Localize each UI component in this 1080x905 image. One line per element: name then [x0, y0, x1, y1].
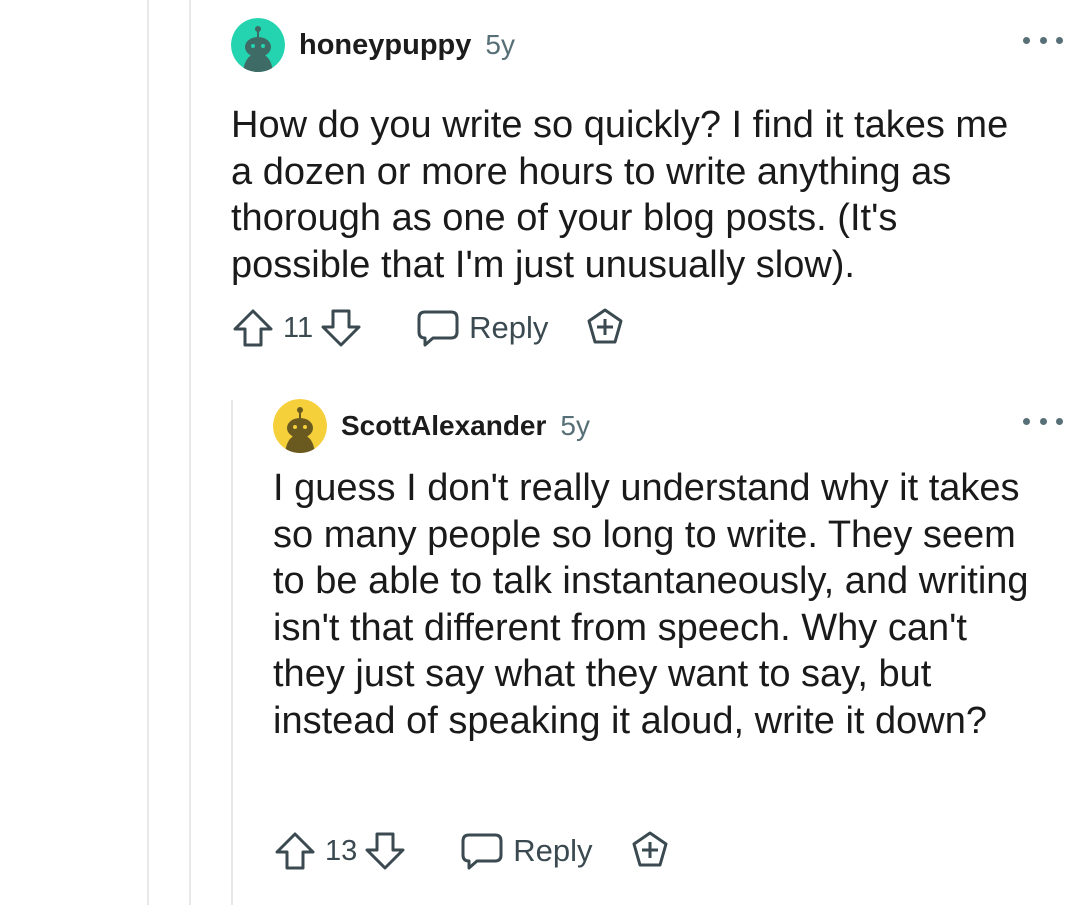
vote-count: 11 — [283, 311, 314, 344]
avatar[interactable] — [273, 399, 327, 453]
arrow-up-icon[interactable] — [231, 307, 275, 349]
username[interactable]: ScottAlexander — [341, 410, 546, 442]
comment-age[interactable]: 5y — [485, 29, 515, 61]
more-options-icon[interactable] — [1023, 28, 1063, 52]
username[interactable]: honeypuppy — [299, 29, 471, 62]
comment-header: ScottAlexander 5y — [273, 399, 1063, 453]
arrow-down-icon[interactable] — [319, 307, 363, 349]
comment-scottalexander: ScottAlexander 5y I guess I don't really… — [273, 399, 1063, 889]
award-plus-icon[interactable] — [629, 830, 671, 872]
reply-label: Reply — [469, 310, 549, 345]
comment-age[interactable]: 5y — [560, 410, 590, 442]
speech-bubble-icon — [461, 833, 503, 870]
reply-label: Reply — [513, 833, 593, 868]
thread-line-outer — [147, 0, 149, 905]
comment-honeypuppy: honeypuppy 5y How do you write so quickl… — [231, 18, 1063, 378]
comment-actions: 13 Reply — [273, 826, 671, 876]
award-plus-icon[interactable] — [584, 307, 626, 349]
comment-body: How do you write so quickly? I find it t… — [231, 104, 1009, 286]
speech-bubble-icon — [417, 310, 459, 347]
comment-body: I guess I don't really understand why it… — [273, 467, 1029, 742]
vote-count: 13 — [325, 834, 358, 867]
comment-actions: 11 Reply — [231, 303, 626, 353]
avatar[interactable] — [231, 18, 285, 72]
thread-line-parent — [189, 0, 191, 905]
comment-header: honeypuppy 5y — [231, 18, 1063, 72]
reply-button[interactable]: Reply — [415, 307, 548, 349]
thread-line-child — [231, 400, 233, 905]
reply-button[interactable]: Reply — [459, 830, 593, 872]
more-options-icon[interactable] — [1023, 409, 1063, 433]
arrow-up-icon[interactable] — [273, 830, 317, 872]
arrow-down-icon[interactable] — [363, 830, 407, 872]
